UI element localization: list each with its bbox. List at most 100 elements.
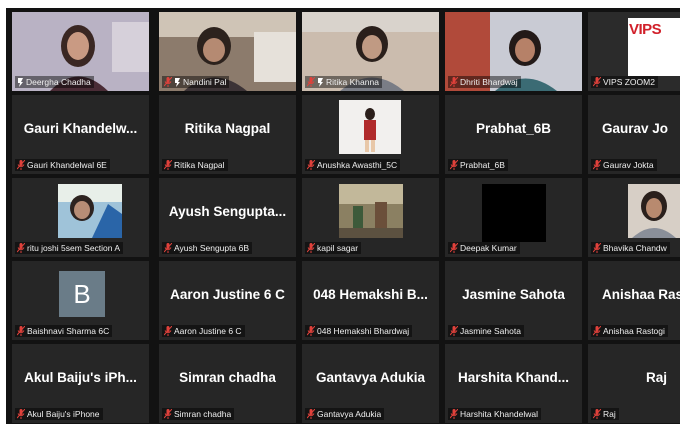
participant-display-name: Gauri Khandelw... <box>23 121 138 136</box>
participant-display-name: Aaron Justine 6 C <box>170 287 285 302</box>
participant-name: Aaron Justine 6 C <box>174 326 242 336</box>
cohost-icon <box>175 77 180 87</box>
participant-tile-prabhat-6b[interactable]: Prabhat_6B Prabhat_6B <box>445 95 582 174</box>
muted-mic-icon <box>450 243 458 253</box>
participant-name: Deergha Chadha <box>26 77 91 87</box>
participant-tile-gaurav-jokta[interactable]: Gaurav Jo Gaurav Jokta <box>588 95 680 174</box>
participant-tile-deepak-kumar[interactable]: Deepak Kumar <box>445 178 582 257</box>
profile-photo <box>58 184 122 238</box>
participant-tile-baishnavi-sharma[interactable]: B Baishnavi Sharma 6C <box>12 261 149 340</box>
participant-tile-gantavya-adukia[interactable]: Gantavya Adukia Gantavya Adukia <box>302 344 439 423</box>
participant-tile-ritika-khanna[interactable]: Ritika Khanna <box>302 12 439 91</box>
muted-mic-icon <box>593 326 601 336</box>
cohost-icon <box>18 77 23 87</box>
participant-name-label: Harshita Khandelwal <box>448 408 541 420</box>
muted-mic-icon <box>164 243 172 253</box>
vips-logo: VIPS <box>628 18 680 76</box>
participant-tile-raj[interactable]: Raj Raj <box>588 344 680 423</box>
muted-mic-icon <box>17 409 25 419</box>
participant-name: Jasmine Sahota <box>460 326 521 336</box>
participant-display-name: Akul Baiju's iPh... <box>24 370 137 385</box>
muted-mic-icon <box>164 326 172 336</box>
participant-name: Ritika Nagpal <box>174 160 225 170</box>
participant-tile-hemakshi-bhardwaj[interactable]: 048 Hemakshi B... 048 Hemakshi Bhardwaj <box>302 261 439 340</box>
participant-tile-nandini-pal[interactable]: Nandini Pal <box>159 12 296 91</box>
participant-name: 048 Hemakshi Bhardwaj <box>317 326 410 336</box>
participant-name-label: Akul Baiju's iPhone <box>15 408 103 420</box>
participant-name-label: VIPS ZOOM2 <box>591 76 658 88</box>
participant-name-label: Gaurav Jokta <box>591 159 657 171</box>
participant-name-label: Prabhat_6B <box>448 159 508 171</box>
participant-name-label: Gantavya Adukia <box>305 408 385 420</box>
muted-mic-icon <box>307 160 315 170</box>
participant-tile-ritu-joshi[interactable]: ritu joshi 5sem Section A <box>12 178 149 257</box>
participant-name: Simran chadha <box>174 409 232 419</box>
participant-name: Bhavika Chandw <box>603 243 667 253</box>
participant-name: Nandini Pal <box>183 77 227 87</box>
participant-tile-bhavika[interactable]: Bhavika Chandw <box>588 178 680 257</box>
participant-name-label: Dhriti Bhardwaj <box>448 76 521 88</box>
participant-tile-dhriti-bhardwaj[interactable]: Dhriti Bhardwaj <box>445 12 582 91</box>
participant-name-label: Baishnavi Sharma 6C <box>15 325 113 337</box>
muted-mic-icon <box>307 326 315 336</box>
participant-tile-kapil-sagar[interactable]: kapil sagar <box>302 178 439 257</box>
participant-display-name: Jasmine Sahota <box>462 287 565 302</box>
participant-tile-anishaa-rastogi[interactable]: Anishaa Ras Anishaa Rastogi <box>588 261 680 340</box>
profile-photo <box>339 184 403 238</box>
participant-tile-akul-baiju[interactable]: Akul Baiju's iPh... Akul Baiju's iPhone <box>12 344 149 423</box>
muted-mic-icon <box>17 243 25 253</box>
participant-name-label: Ritika Khanna <box>305 76 382 88</box>
participant-name: Anishaa Rastogi <box>603 326 665 336</box>
profile-photo <box>628 184 680 238</box>
participant-tile-gauri-khandelwal[interactable]: Gauri Khandelw... Gauri Khandelwal 6E <box>12 95 149 174</box>
participant-name: Ayush Sengupta 6B <box>174 243 249 253</box>
muted-mic-icon <box>307 77 315 87</box>
participant-name-label: Gauri Khandelwal 6E <box>15 159 110 171</box>
participant-name: Harshita Khandelwal <box>460 409 538 419</box>
participant-name: VIPS ZOOM2 <box>603 77 655 87</box>
muted-mic-icon <box>450 409 458 419</box>
participant-name-label: Bhavika Chandw <box>591 242 670 254</box>
participant-tile-anushka-awasthi[interactable]: Anushka Awasthi_5C <box>302 95 439 174</box>
muted-mic-icon <box>450 160 458 170</box>
participant-tile-ritika-nagpal[interactable]: Ritika Nagpal Ritika Nagpal <box>159 95 296 174</box>
participant-name: Baishnavi Sharma 6C <box>27 326 110 336</box>
participant-name-label: Simran chadha <box>162 408 235 420</box>
participant-tile-vips-zoom2[interactable]: VIPS VIPS ZOOM2 <box>588 12 680 91</box>
participant-name-label: Anushka Awasthi_5C <box>305 159 401 171</box>
participant-tile-harshita-khandelwal[interactable]: Harshita Khand... Harshita Khandelwal <box>445 344 582 423</box>
participant-name-label: Nandini Pal <box>162 76 230 88</box>
vips-logo-text: VIPS <box>629 21 662 38</box>
muted-mic-icon <box>593 77 601 87</box>
participant-display-name: Gaurav Jo <box>602 121 669 136</box>
participant-name: kapil sagar <box>317 243 359 253</box>
participant-tile-jasmine-sahota[interactable]: Jasmine Sahota Jasmine Sahota <box>445 261 582 340</box>
participant-name: Prabhat_6B <box>460 160 505 170</box>
muted-mic-icon <box>593 160 601 170</box>
participant-name: Dhriti Bhardwaj <box>460 77 518 87</box>
participant-tile-deergha-chadha[interactable]: Deergha Chadha <box>12 12 149 91</box>
participant-display-name: Gantavya Adukia <box>315 370 426 385</box>
muted-mic-icon <box>593 243 601 253</box>
participant-tile-aaron-justine[interactable]: Aaron Justine 6 C Aaron Justine 6 C <box>159 261 296 340</box>
participant-name-label: Ayush Sengupta 6B <box>162 242 252 254</box>
participant-display-name: Anishaa Ras <box>602 287 680 302</box>
participant-name: Gantavya Adukia <box>317 409 382 419</box>
participant-name-label: 048 Hemakshi Bhardwaj <box>305 325 413 337</box>
participant-tile-simran-chadha[interactable]: Simran chadha Simran chadha <box>159 344 296 423</box>
muted-mic-icon <box>450 326 458 336</box>
participant-display-name: Prabhat_6B <box>475 121 552 136</box>
muted-mic-icon <box>307 409 315 419</box>
participant-display-name: Raj <box>646 370 668 385</box>
participant-tile-ayush-sengupta[interactable]: Ayush Sengupta... Ayush Sengupta 6B <box>159 178 296 257</box>
muted-mic-icon <box>307 243 315 253</box>
participant-name: Anushka Awasthi_5C <box>317 160 398 170</box>
muted-mic-icon <box>17 160 25 170</box>
participant-name-label: Ritika Nagpal <box>162 159 228 171</box>
muted-mic-icon <box>450 77 458 87</box>
participant-name: Gauri Khandelwal 6E <box>27 160 107 170</box>
participant-display-name: Simran chadha <box>179 370 276 385</box>
participant-name-label: Deergha Chadha <box>15 76 94 88</box>
participant-name: Ritika Khanna <box>326 77 379 87</box>
participant-name-label: Raj <box>591 408 619 420</box>
